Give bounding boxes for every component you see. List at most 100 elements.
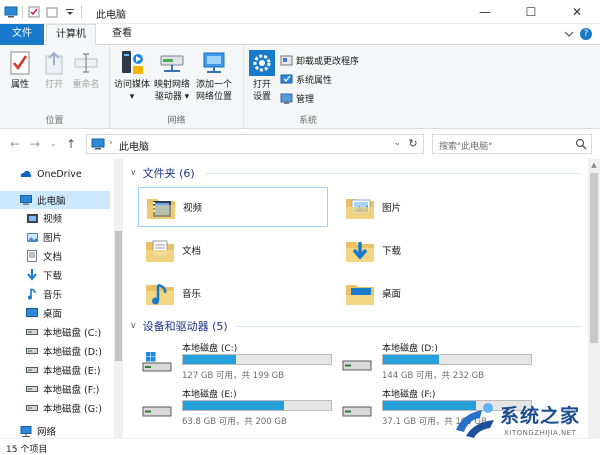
- drive-usage-fill: [183, 401, 284, 410]
- refresh-button[interactable]: ↻: [406, 137, 420, 151]
- scroll-up-icon[interactable]: ▲: [588, 161, 600, 169]
- manage-button[interactable]: 管理: [280, 89, 314, 107]
- folder-tile-pictures[interactable]: 图片: [338, 187, 528, 227]
- search-box[interactable]: 搜索"此电脑": [432, 134, 592, 154]
- chevron-down-icon[interactable]: [564, 29, 574, 39]
- chevron-down-icon[interactable]: ∨: [130, 168, 137, 178]
- drive-usage-bar: [382, 354, 532, 365]
- folders-section-header[interactable]: ∨ 文件夹 (6): [130, 165, 195, 181]
- media-server-icon: [118, 49, 146, 77]
- uninstall-program-button[interactable]: 卸载或更改程序: [280, 51, 359, 69]
- drives-section-header[interactable]: ∨ 设备和驱动器 (5): [130, 318, 228, 334]
- drives-section-title: 设备和驱动器 (5): [142, 320, 228, 333]
- customize-dropdown-icon[interactable]: [63, 5, 77, 19]
- drive-space-info: 63.8 GB 可用，共 200 GB: [182, 417, 287, 427]
- nav-item-drive-d[interactable]: 本地磁盘 (D:): [0, 342, 110, 360]
- nav-item-music[interactable]: 音乐: [0, 285, 110, 303]
- rename-button[interactable]: 重命名: [72, 49, 100, 91]
- uninstall-label: 卸载或更改程序: [296, 56, 360, 67]
- nav-label: 本地磁盘 (D:): [43, 347, 102, 358]
- nav-item-drive-e[interactable]: 本地磁盘 (E:): [0, 361, 110, 379]
- watermark-title: 系统之家: [500, 405, 581, 427]
- nav-item-drive-f[interactable]: 本地磁盘 (F:): [0, 380, 110, 398]
- map-network-drive-button[interactable]: 映射网络 驱动器 ▾: [154, 49, 190, 103]
- toolbar-divider: [22, 6, 23, 18]
- nav-item-videos[interactable]: 视频: [0, 209, 110, 227]
- drive-icon: [342, 360, 372, 371]
- watermark: 系统之家 XITONGZHIJIA.NET: [452, 396, 600, 448]
- nav-label: 此电脑: [37, 196, 66, 207]
- nav-item-this-pc[interactable]: 此电脑: [0, 191, 110, 209]
- open-settings-button[interactable]: 打开 设置: [248, 49, 276, 103]
- folder-name: 桌面: [382, 289, 402, 300]
- manage-icon: [280, 93, 293, 104]
- drive-icon: [26, 364, 38, 376]
- system-properties-button[interactable]: 系统属性: [280, 70, 332, 88]
- nav-item-network[interactable]: 网络: [0, 422, 110, 438]
- access-media-button[interactable]: 访问媒体 ▾: [114, 49, 150, 103]
- desktop-folder-icon: [346, 285, 374, 305]
- chevron-down-icon[interactable]: ∨: [130, 321, 137, 331]
- ribbon-tabs: 文件 计算机 查看 ?: [0, 24, 600, 46]
- network-icon: [20, 425, 32, 437]
- drive-usage-bar: [182, 400, 332, 411]
- maximize-button[interactable]: ☐: [508, 0, 554, 24]
- address-field[interactable]: › 此电脑 ⌄ ↻: [86, 134, 424, 154]
- uninstall-icon: [280, 55, 293, 65]
- music-icon: [26, 288, 38, 300]
- folder-tile-documents[interactable]: 文档: [138, 230, 328, 270]
- close-button[interactable]: ✕: [554, 0, 600, 24]
- nav-scrollbar-thumb[interactable]: [115, 231, 122, 361]
- content-scrollbar-thumb[interactable]: [590, 173, 598, 343]
- open-icon: [40, 49, 68, 77]
- group-label-network: 网络: [167, 116, 186, 126]
- open-button[interactable]: 打开: [40, 49, 68, 91]
- gear-icon: [248, 49, 276, 77]
- nav-item-desktop[interactable]: 桌面: [0, 304, 110, 322]
- drive-tile-e[interactable]: 本地磁盘 (E:) 63.8 GB 可用，共 200 GB: [138, 387, 334, 427]
- nav-item-drive-g[interactable]: 本地磁盘 (G:): [0, 399, 110, 417]
- nav-label: 图片: [43, 233, 63, 244]
- pc-icon[interactable]: [4, 5, 18, 19]
- address-dropdown-icon[interactable]: ⌄: [393, 138, 401, 148]
- nav-item-pictures[interactable]: 图片: [0, 228, 110, 246]
- system-properties-label: 系统属性: [296, 75, 333, 86]
- recent-locations-button[interactable]: ⌄: [46, 137, 60, 151]
- nav-label: 本地磁盘 (C:): [43, 328, 102, 339]
- watermark-logo-icon: [456, 403, 494, 438]
- back-button[interactable]: ←: [8, 137, 22, 151]
- nav-item-documents[interactable]: 文档: [0, 247, 110, 265]
- nav-label: 下载: [43, 271, 63, 282]
- properties-button[interactable]: 属性: [6, 49, 34, 91]
- folder-tile-music[interactable]: 音乐: [138, 273, 328, 313]
- properties-check-icon[interactable]: [27, 5, 41, 19]
- nav-item-drive-c[interactable]: 本地磁盘 (C:): [0, 323, 110, 341]
- tab-file[interactable]: 文件: [0, 24, 44, 45]
- folder-name: 视频: [183, 203, 203, 214]
- nav-label: 音乐: [43, 290, 63, 301]
- add-network-location-button[interactable]: 添加一个 网络位置: [196, 49, 232, 103]
- address-path[interactable]: 此电脑: [119, 138, 149, 153]
- manage-label: 管理: [296, 94, 315, 105]
- up-button[interactable]: ↑: [64, 137, 78, 151]
- tab-view[interactable]: 查看: [104, 24, 140, 45]
- nav-scrollbar[interactable]: [114, 159, 123, 438]
- picture-icon: [26, 231, 38, 243]
- chevron-right-icon[interactable]: ›: [109, 138, 113, 148]
- tab-computer[interactable]: 计算机: [46, 24, 96, 46]
- folder-tile-desktop[interactable]: 桌面: [338, 273, 528, 313]
- new-folder-icon[interactable]: [45, 5, 59, 19]
- forward-button[interactable]: →: [28, 137, 42, 151]
- folder-tile-downloads[interactable]: 下载: [338, 230, 528, 270]
- access-media-label-2: ▾: [129, 92, 135, 102]
- help-icon[interactable]: ?: [580, 28, 592, 40]
- folder-tile-videos[interactable]: 视频: [138, 187, 328, 227]
- quick-access-toolbar: [4, 4, 82, 20]
- drive-tile-d[interactable]: 本地磁盘 (D:) 144 GB 可用，共 232 GB: [338, 341, 534, 381]
- drive-icon: [26, 383, 38, 395]
- nav-item-onedrive[interactable]: OneDrive: [0, 165, 110, 183]
- rename-icon: [72, 49, 100, 77]
- drive-tile-c[interactable]: 本地磁盘 (C:) 127 GB 可用，共 199 GB: [138, 341, 334, 381]
- minimize-button[interactable]: —: [462, 0, 508, 24]
- nav-item-downloads[interactable]: 下载: [0, 266, 110, 284]
